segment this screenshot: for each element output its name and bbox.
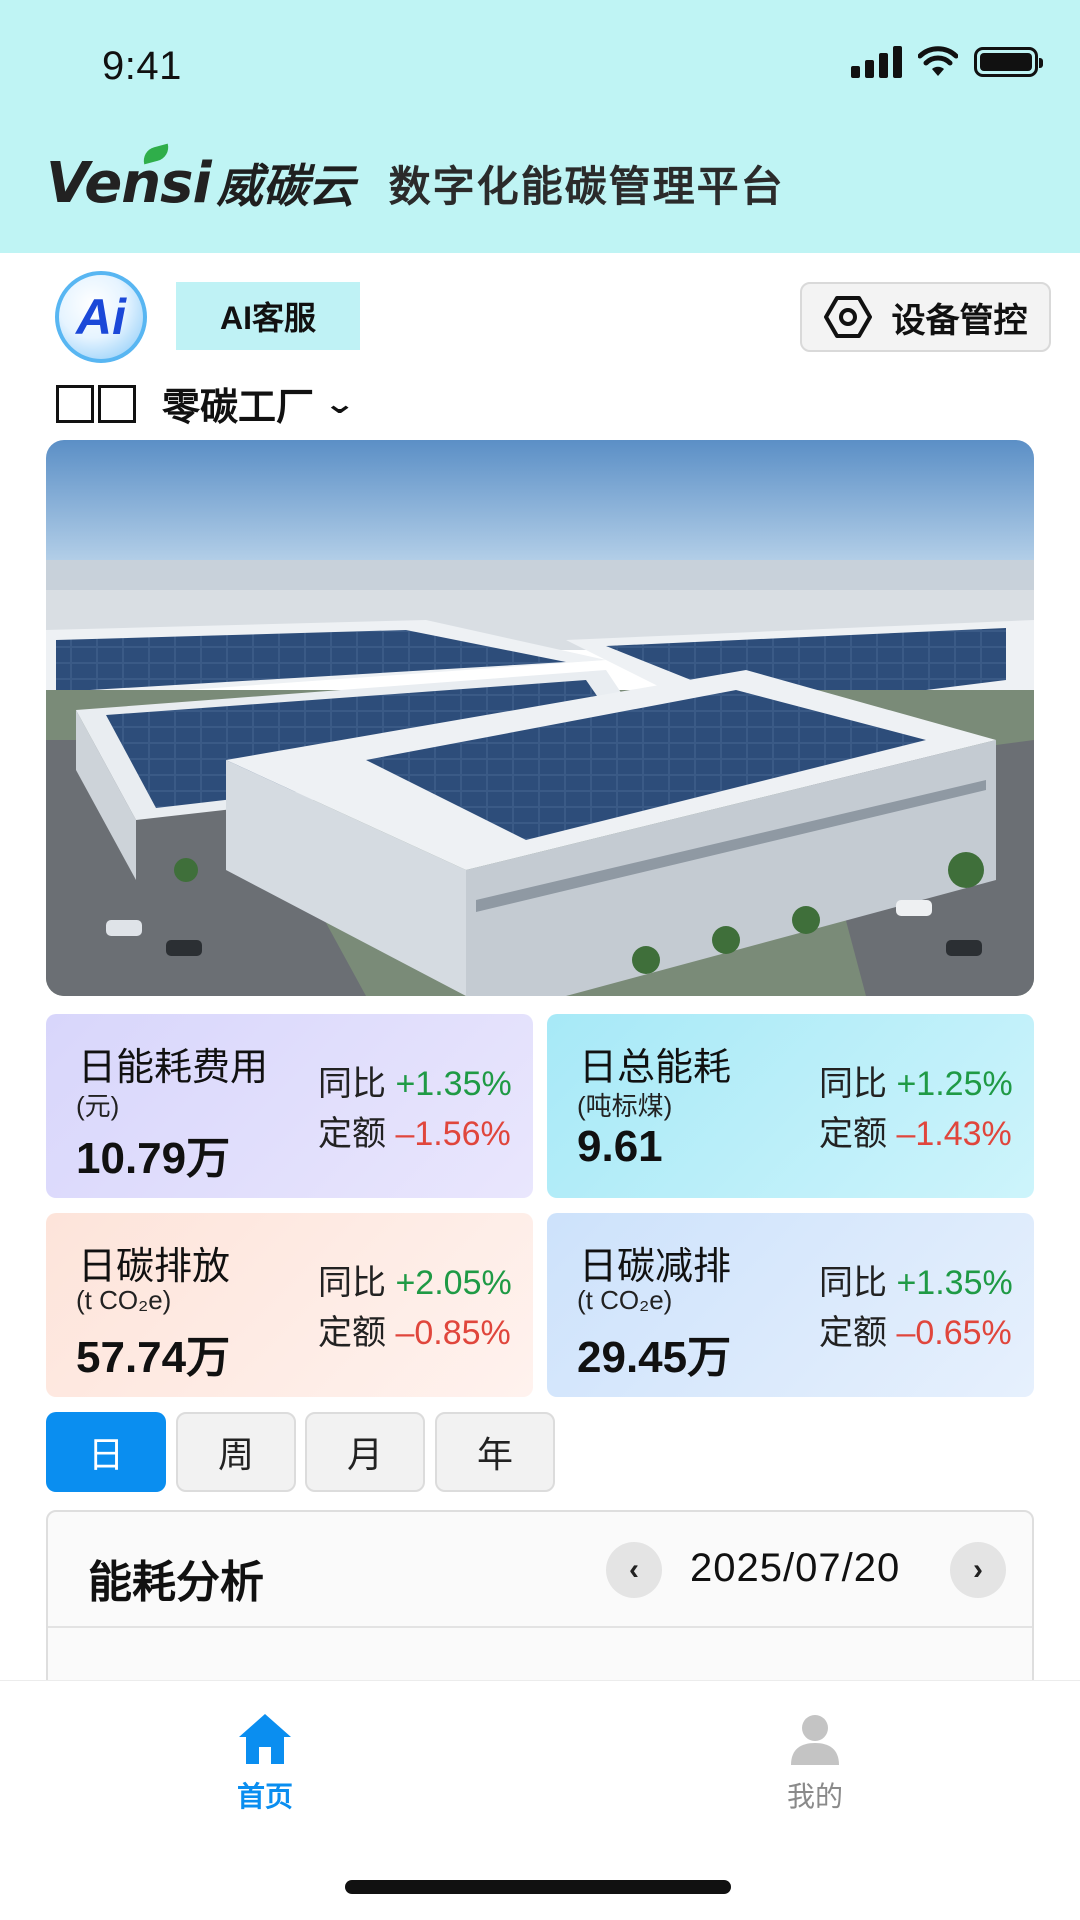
metric-quota: 定额 –0.85% <box>318 1314 511 1352</box>
factory-name: 零碳工厂 <box>162 387 315 429</box>
metric-title: 日碳排放 <box>78 1246 231 1288</box>
device-control-label: 设备管控 <box>891 301 1028 340</box>
tab-month[interactable]: 月 <box>305 1412 425 1492</box>
metric-quota: 定额 –0.65% <box>819 1314 1012 1352</box>
factory-hero-image <box>46 440 1034 996</box>
metric-yoy: 同比 +1.25% <box>819 1065 1013 1103</box>
status-icons <box>851 46 1043 78</box>
metric-title: 日能耗费用 <box>78 1047 269 1089</box>
panel-title: 能耗分析 <box>88 1558 264 1607</box>
tabbar-item-home[interactable]: 首页 <box>205 1711 325 1815</box>
user-icon <box>791 1715 839 1765</box>
tabbar-item-profile[interactable]: 我的 <box>755 1711 875 1815</box>
ai-avatar[interactable]: Ai <box>55 271 147 363</box>
platform-title: 数字化能碳管理平台 <box>388 162 785 210</box>
app-header: 9:41 Vensi 威碳云 数字化能碳管理平台 <box>0 0 1080 253</box>
tabbar-label: 首页 <box>236 1781 293 1812</box>
tab-day[interactable]: 日 <box>46 1412 166 1492</box>
metric-unit: (元) <box>76 1091 120 1121</box>
placeholder-glyph <box>56 384 94 423</box>
placeholder-glyph <box>98 384 136 423</box>
metric-title: 日碳减排 <box>579 1246 732 1288</box>
battery-icon <box>974 47 1043 77</box>
ai-service-button[interactable]: AI客服 <box>176 282 360 350</box>
hexagon-gear-icon <box>823 296 872 338</box>
metric-quota: 定额 –1.56% <box>318 1115 511 1153</box>
metric-title: 日总能耗 <box>579 1047 732 1089</box>
metric-yoy: 同比 +2.05% <box>318 1264 512 1302</box>
home-indicator <box>345 1880 731 1894</box>
metric-unit: (吨标煤) <box>577 1091 673 1121</box>
tab-year[interactable]: 年 <box>435 1412 555 1492</box>
chevron-right-icon[interactable]: › <box>950 1542 1006 1598</box>
metric-quota: 定额 –1.43% <box>819 1115 1012 1153</box>
metric-value: 10.79万 <box>76 1134 231 1183</box>
tabbar-label: 我的 <box>786 1781 843 1812</box>
home-icon <box>239 1714 291 1764</box>
metric-card-carbon-reduction[interactable]: 日碳减排 (t CO₂e) 29.45万 同比 +1.35% 定额 –0.65% <box>547 1213 1034 1397</box>
factory-selector[interactable]: 零碳工厂 ⌄ <box>56 376 356 431</box>
metric-unit: (t CO₂e) <box>577 1285 673 1315</box>
chevron-left-icon[interactable]: ‹ <box>606 1542 662 1598</box>
wifi-icon <box>918 46 958 76</box>
brand-logo: Vensi <box>46 143 212 216</box>
brand-name: 威碳云 <box>216 160 355 212</box>
device-control-button[interactable]: 设备管控 <box>800 282 1051 352</box>
metric-yoy: 同比 +1.35% <box>318 1065 512 1103</box>
tab-week[interactable]: 周 <box>176 1412 296 1492</box>
metric-value: 29.45万 <box>577 1333 732 1382</box>
metric-value: 9.61 <box>577 1122 663 1171</box>
status-time: 9:41 <box>102 44 182 88</box>
chevron-down-icon: ⌄ <box>323 388 357 419</box>
panel-header: 能耗分析 ‹ 2025/07/20 › <box>48 1512 1032 1628</box>
cellular-signal-icon <box>851 46 902 78</box>
analysis-date: 2025/07/20 <box>690 1546 901 1590</box>
metric-card-total-energy[interactable]: 日总能耗 (吨标煤) 9.61 同比 +1.25% 定额 –1.43% <box>547 1014 1034 1198</box>
metric-card-energy-cost[interactable]: 日能耗费用 (元) 10.79万 同比 +1.35% 定额 –1.56% <box>46 1014 533 1198</box>
metric-value: 57.74万 <box>76 1333 231 1382</box>
brand: Vensi 威碳云 数字化能碳管理平台 <box>46 143 785 216</box>
metric-card-carbon-emission[interactable]: 日碳排放 (t CO₂e) 57.74万 同比 +2.05% 定额 –0.85% <box>46 1213 533 1397</box>
metric-unit: (t CO₂e) <box>76 1285 172 1315</box>
metric-yoy: 同比 +1.35% <box>819 1264 1013 1302</box>
